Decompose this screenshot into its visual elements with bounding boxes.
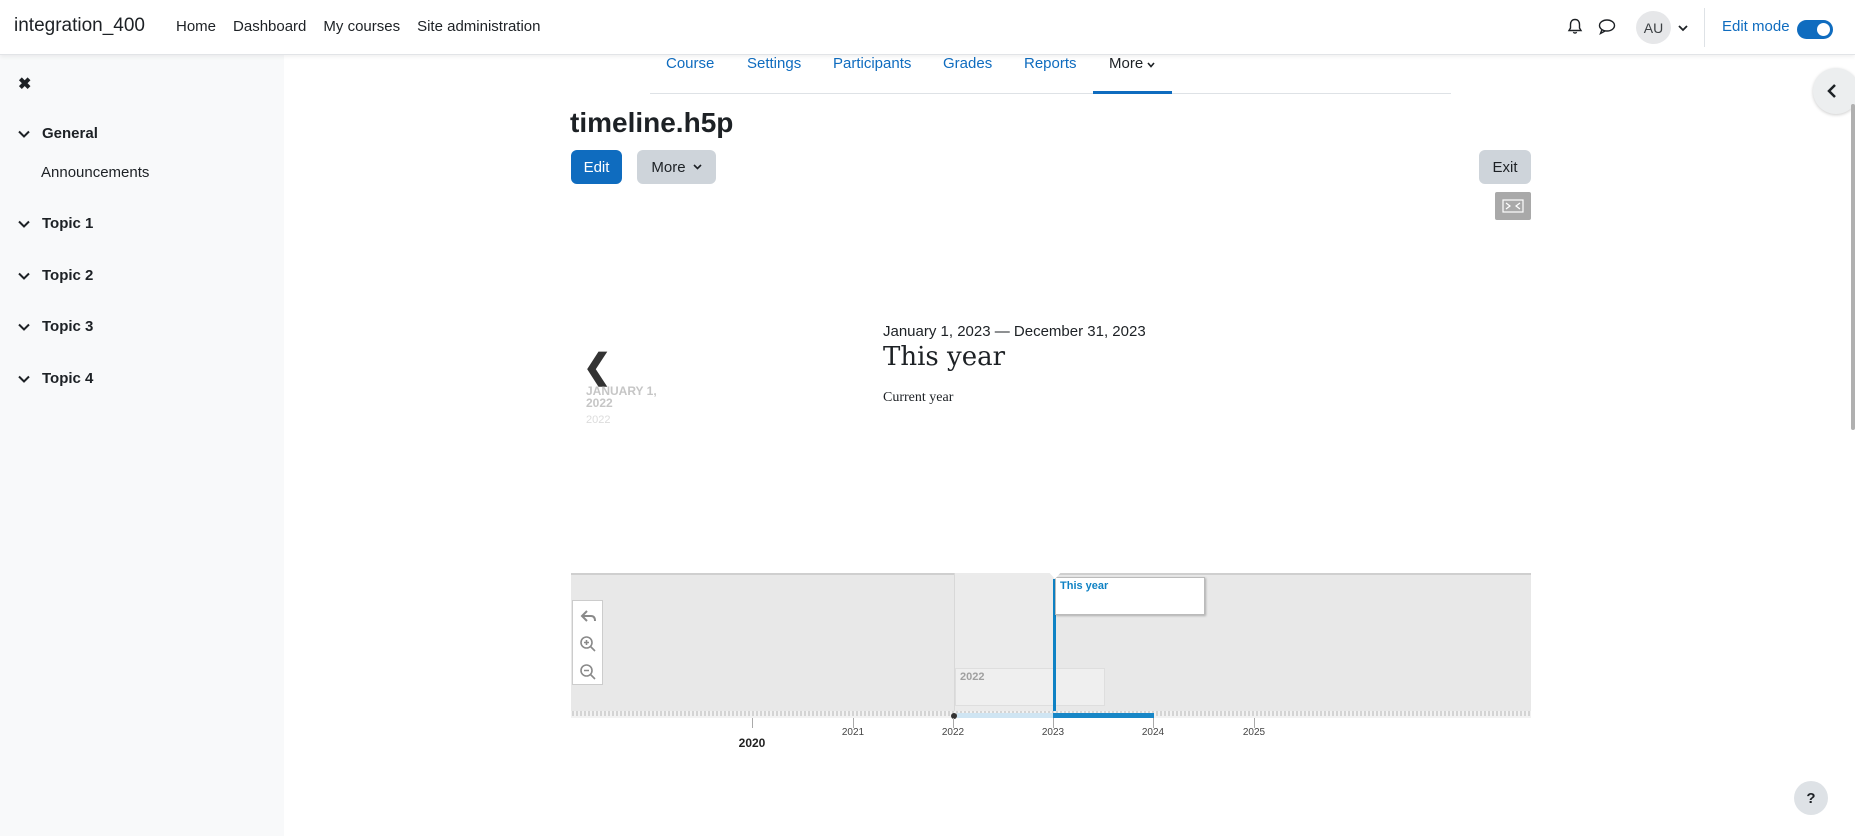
close-icon[interactable]: ✖	[18, 74, 31, 94]
top-navbar: integration_400 Home Dashboard My course…	[0, 0, 1855, 55]
axis-label: 2022	[941, 727, 965, 738]
primary-navigation: Home Dashboard My courses Site administr…	[176, 18, 558, 35]
slide-headline: This year	[883, 342, 1006, 372]
chevron-down-icon[interactable]	[18, 220, 30, 228]
tab-grades[interactable]: Grades	[943, 55, 992, 72]
exit-button[interactable]: Exit	[1479, 150, 1531, 184]
axis-label: 2023	[1041, 727, 1065, 738]
marker-label: 2022	[960, 671, 985, 683]
tab-settings[interactable]: Settings	[747, 55, 801, 72]
expand-icon	[1502, 199, 1524, 213]
edit-mode-toggle[interactable]	[1797, 20, 1833, 39]
page-scrollbar[interactable]	[1851, 104, 1855, 430]
edit-mode-label: Edit mode	[1722, 18, 1790, 35]
timeline-marker-current[interactable]: This year	[1055, 577, 1205, 615]
toggle-knob	[1817, 23, 1830, 36]
tab-course[interactable]: Course	[666, 55, 714, 72]
timeline-range-current	[1053, 713, 1154, 718]
timeline-range-previous	[957, 713, 1053, 718]
previous-slide-arrow-icon[interactable]: ❮	[583, 347, 612, 387]
nav-home[interactable]: Home	[176, 18, 216, 35]
tab-participants[interactable]: Participants	[833, 55, 911, 72]
previous-slide-date[interactable]: JANUARY 1, 2022	[586, 385, 686, 409]
axis-label-major: 2020	[738, 736, 766, 750]
chevron-down-icon	[693, 164, 702, 170]
secondary-navigation: Course Settings Participants Grades Repo…	[650, 55, 1451, 94]
active-tab-indicator	[1093, 91, 1172, 94]
slide-text: Current year	[883, 390, 954, 405]
nav-dashboard[interactable]: Dashboard	[233, 18, 306, 35]
navbar-divider	[1704, 8, 1705, 47]
timeline-marker-previous[interactable]: 2022	[955, 668, 1105, 706]
axis-tick-major	[752, 718, 753, 728]
section-label: Topic 4	[42, 370, 94, 387]
previous-slide-year: 2022	[586, 414, 611, 426]
drawer-item-announcements[interactable]: Announcements	[41, 164, 149, 181]
site-brand[interactable]: integration_400	[14, 15, 145, 37]
nav-my-courses[interactable]: My courses	[323, 18, 400, 35]
user-avatar[interactable]: AU	[1636, 11, 1671, 44]
section-label: Topic 1	[42, 215, 94, 232]
timeline-range-start-dot	[951, 713, 957, 719]
more-button-label: More	[651, 158, 686, 176]
edit-button[interactable]: Edit	[571, 150, 622, 184]
slide-date: January 1, 2023 — December 31, 2023	[883, 323, 1146, 340]
chat-icon[interactable]	[1598, 18, 1616, 35]
nav-site-administration[interactable]: Site administration	[417, 18, 540, 35]
open-block-drawer-button[interactable]	[1813, 68, 1855, 114]
section-label: Topic 3	[42, 318, 94, 335]
chevron-down-icon[interactable]	[18, 130, 30, 138]
bell-icon[interactable]	[1567, 18, 1583, 35]
section-general[interactable]: General	[18, 125, 98, 142]
back-to-start-icon[interactable]	[579, 607, 597, 625]
section-topic-3[interactable]: Topic 3	[18, 318, 93, 335]
zoom-out-icon[interactable]	[579, 663, 597, 681]
section-topic-1[interactable]: Topic 1	[18, 215, 93, 232]
section-topic-4[interactable]: Topic 4	[18, 370, 93, 387]
chevron-down-icon[interactable]	[18, 375, 30, 383]
more-actions-button[interactable]: More	[637, 150, 716, 184]
tab-more[interactable]: More	[1109, 55, 1155, 72]
chevron-down-icon	[1147, 62, 1155, 68]
axis-label: 2021	[841, 727, 865, 738]
course-index-drawer: ✖ General Announcements Topic 1 Topic 2 …	[0, 55, 284, 836]
fullscreen-icon[interactable]	[1495, 192, 1531, 220]
marker-notch	[1047, 570, 1063, 579]
chevron-left-icon	[1827, 84, 1836, 98]
section-topic-2[interactable]: Topic 2	[18, 267, 93, 284]
chevron-down-icon[interactable]	[18, 323, 30, 331]
section-label: Topic 2	[42, 267, 94, 284]
tab-more-label: More	[1109, 55, 1144, 72]
page-title: timeline.h5p	[570, 107, 734, 138]
help-button[interactable]: ?	[1794, 781, 1828, 815]
section-label: General	[42, 125, 98, 142]
axis-label: 2025	[1242, 727, 1266, 738]
marker-label: This year	[1060, 580, 1109, 592]
tab-reports[interactable]: Reports	[1024, 55, 1077, 72]
axis-label: 2024	[1141, 727, 1165, 738]
zoom-in-icon[interactable]	[579, 635, 597, 653]
timeline-zoom-controls	[572, 600, 603, 685]
chevron-down-icon[interactable]	[18, 272, 30, 280]
chevron-down-icon[interactable]	[1678, 24, 1688, 32]
